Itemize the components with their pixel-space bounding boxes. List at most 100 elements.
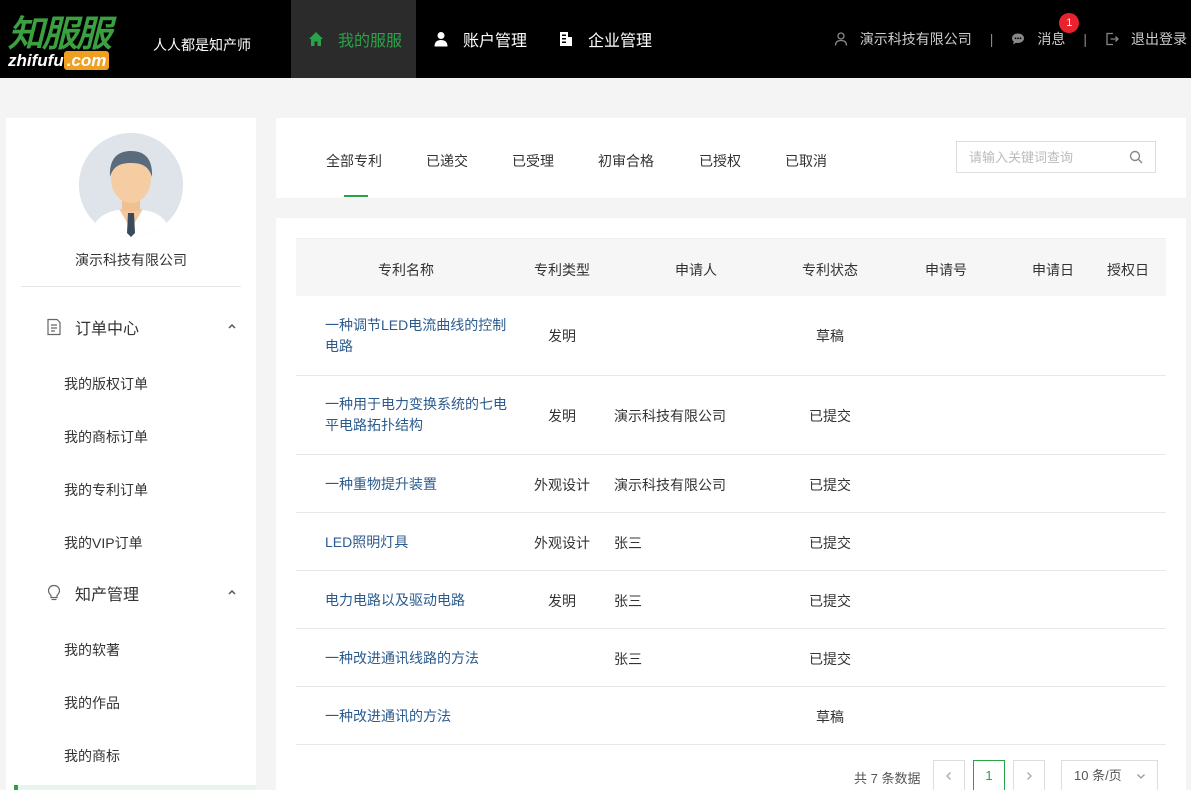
patent-applicant: 张三 (614, 651, 642, 667)
chevron-left-icon (946, 772, 951, 780)
patent-applicant: 演示科技有限公司 (614, 477, 726, 493)
sidebar-item-copyright-orders[interactable]: 我的版权订单 (64, 374, 148, 394)
patent-name-link[interactable]: 一种调节LED电流曲线的控制电路 (325, 315, 515, 357)
chevron-up-icon (228, 589, 236, 595)
patent-type: 外观设计 (534, 477, 590, 493)
sidebar-item-trademark-orders[interactable]: 我的商标订单 (64, 427, 148, 447)
active-tab-indicator (344, 195, 368, 197)
patent-status: 已提交 (809, 651, 851, 667)
patent-status: 已提交 (809, 593, 851, 609)
sidebar-item-my-trademarks[interactable]: 我的商标 (64, 746, 120, 766)
company-label: 演示科技有限公司 (859, 31, 972, 47)
home-icon (309, 32, 323, 46)
logo-en-suffix: .com (63, 51, 110, 70)
patent-applicant: 张三 (614, 535, 642, 551)
table-row[interactable]: LED照明灯具 外观设计 张三 已提交 (296, 513, 1166, 571)
column-header-grant-date: 授权日 (1107, 262, 1149, 278)
tab-all-patents[interactable]: 全部专利 (326, 151, 382, 171)
user-icon (434, 32, 448, 47)
patent-name-link[interactable]: 电力电路以及驱动电路 (325, 590, 515, 611)
lightbulb-icon (47, 584, 61, 601)
patent-type: 发明 (548, 593, 576, 609)
table-row[interactable]: 一种用于电力变换系统的七电平电路拓扑结构 发明 演示科技有限公司 已提交 (296, 376, 1166, 455)
sidebar-group-order-center[interactable]: 订单中心 (6, 312, 256, 342)
user-outline-icon (834, 32, 847, 46)
page-size-select[interactable]: 10 条/页 (1061, 760, 1158, 790)
patent-table-panel: 专利名称 专利类型 申请人 专利状态 申请号 申请日 授权日 一种调节LED电流… (276, 218, 1186, 790)
messages-link[interactable]: 消息 1 (1011, 13, 1080, 49)
column-header-status: 专利状态 (802, 262, 858, 278)
avatar-illustration (79, 133, 183, 237)
nav-enterprise-management[interactable]: 企业管理 (541, 0, 666, 78)
column-header-application-no: 申请号 (925, 262, 967, 278)
patent-status: 已提交 (809, 535, 851, 551)
logout-label: 退出登录 (1131, 31, 1187, 47)
search-box (956, 141, 1156, 173)
sidebar-group-ip-management[interactable]: 知产管理 (6, 578, 256, 608)
logo-chinese: 知服服 (8, 13, 112, 54)
tab-cancelled[interactable]: 已取消 (785, 151, 827, 171)
logout-link[interactable]: 退出登录 (1105, 29, 1187, 49)
sidebar-item-my-works[interactable]: 我的作品 (64, 693, 120, 713)
nav-account-management[interactable]: 账户管理 (416, 0, 541, 78)
nav-label: 我的服服 (338, 33, 403, 50)
patent-type: 外观设计 (534, 535, 590, 551)
table-row[interactable]: 一种调节LED电流曲线的控制电路 发明 草稿 (296, 296, 1166, 376)
sidebar-company-name: 演示科技有限公司 (75, 252, 187, 268)
column-header-name: 专利名称 (378, 262, 434, 278)
document-icon (47, 318, 61, 336)
separator: | (989, 31, 994, 47)
tab-granted[interactable]: 已授权 (699, 151, 741, 171)
table-row[interactable]: 电力电路以及驱动电路 发明 张三 已提交 (296, 571, 1166, 629)
avatar[interactable] (79, 133, 183, 237)
table-row[interactable]: 一种改进通讯的方法 草稿 (296, 687, 1166, 745)
patent-status: 草稿 (816, 328, 844, 344)
pagination-total: 共 7 条数据 (854, 771, 921, 786)
header-user-area: 演示科技有限公司 | 消息 1 | 退出登录 (834, 0, 1187, 78)
page-number-button[interactable]: 1 (973, 760, 1005, 790)
sidebar-active-indicator (14, 785, 256, 790)
sidebar-item-my-software[interactable]: 我的软著 (64, 640, 120, 660)
patent-name-link[interactable]: 一种重物提升装置 (325, 474, 515, 495)
next-page-button[interactable] (1013, 760, 1045, 790)
nav-label: 账户管理 (463, 33, 528, 50)
patent-status: 草稿 (816, 709, 844, 725)
search-icon[interactable] (1129, 150, 1143, 164)
patent-applicant: 演示科技有限公司 (614, 408, 726, 424)
sidebar: 演示科技有限公司 订单中心 我的版权订单 我的商标订单 我的专利订单 我的VIP… (6, 118, 256, 790)
main-nav: 我的服服 账户管理 企业管理 (291, 0, 666, 78)
patent-name-link[interactable]: LED照明灯具 (325, 532, 515, 553)
site-logo[interactable]: 知服服 zhifufu .com (8, 14, 144, 70)
nav-my-fufu[interactable]: 我的服服 (291, 0, 417, 78)
patent-name-link[interactable]: 一种改进通讯线路的方法 (325, 648, 515, 669)
patent-type: 发明 (548, 408, 576, 424)
divider (21, 286, 241, 287)
sidebar-group-label: 订单中心 (75, 321, 140, 338)
sidebar-item-patent-orders[interactable]: 我的专利订单 (64, 480, 148, 500)
chevron-down-icon (1137, 774, 1145, 779)
patent-name-link[interactable]: 一种改进通讯的方法 (325, 706, 515, 727)
patent-name-link[interactable]: 一种用于电力变换系统的七电平电路拓扑结构 (325, 394, 515, 436)
prev-page-button[interactable] (933, 760, 965, 790)
patent-type: 发明 (548, 328, 576, 344)
tab-accepted[interactable]: 已受理 (512, 151, 554, 171)
logout-icon (1106, 32, 1119, 46)
chevron-right-icon (1027, 772, 1032, 780)
sidebar-group-label: 知产管理 (75, 587, 140, 604)
top-header: 知服服 zhifufu .com 人人都是知产师 我的服服 账户管理 企业管理 演… (0, 0, 1191, 78)
chevron-up-icon (228, 323, 236, 329)
search-input[interactable] (957, 142, 1117, 172)
messages-label: 消息 (1037, 31, 1066, 47)
sidebar-item-vip-orders[interactable]: 我的VIP订单 (64, 533, 143, 553)
column-header-type: 专利类型 (534, 262, 590, 278)
tab-submitted[interactable]: 已递交 (426, 151, 468, 171)
table-header: 专利名称 专利类型 申请人 专利状态 申请号 申请日 授权日 (296, 238, 1166, 296)
table-row[interactable]: 一种改进通讯线路的方法 张三 已提交 (296, 629, 1166, 687)
nav-label: 企业管理 (588, 33, 653, 50)
logo-english: zhifufu .com (8, 51, 110, 70)
current-company[interactable]: 演示科技有限公司 (834, 29, 972, 49)
table-row[interactable]: 一种重物提升装置 外观设计 演示科技有限公司 已提交 (296, 455, 1166, 513)
tab-preliminary-passed[interactable]: 初审合格 (598, 151, 654, 171)
page-size-label: 10 条/页 (1074, 768, 1122, 783)
chat-bubble-icon (1012, 33, 1025, 45)
